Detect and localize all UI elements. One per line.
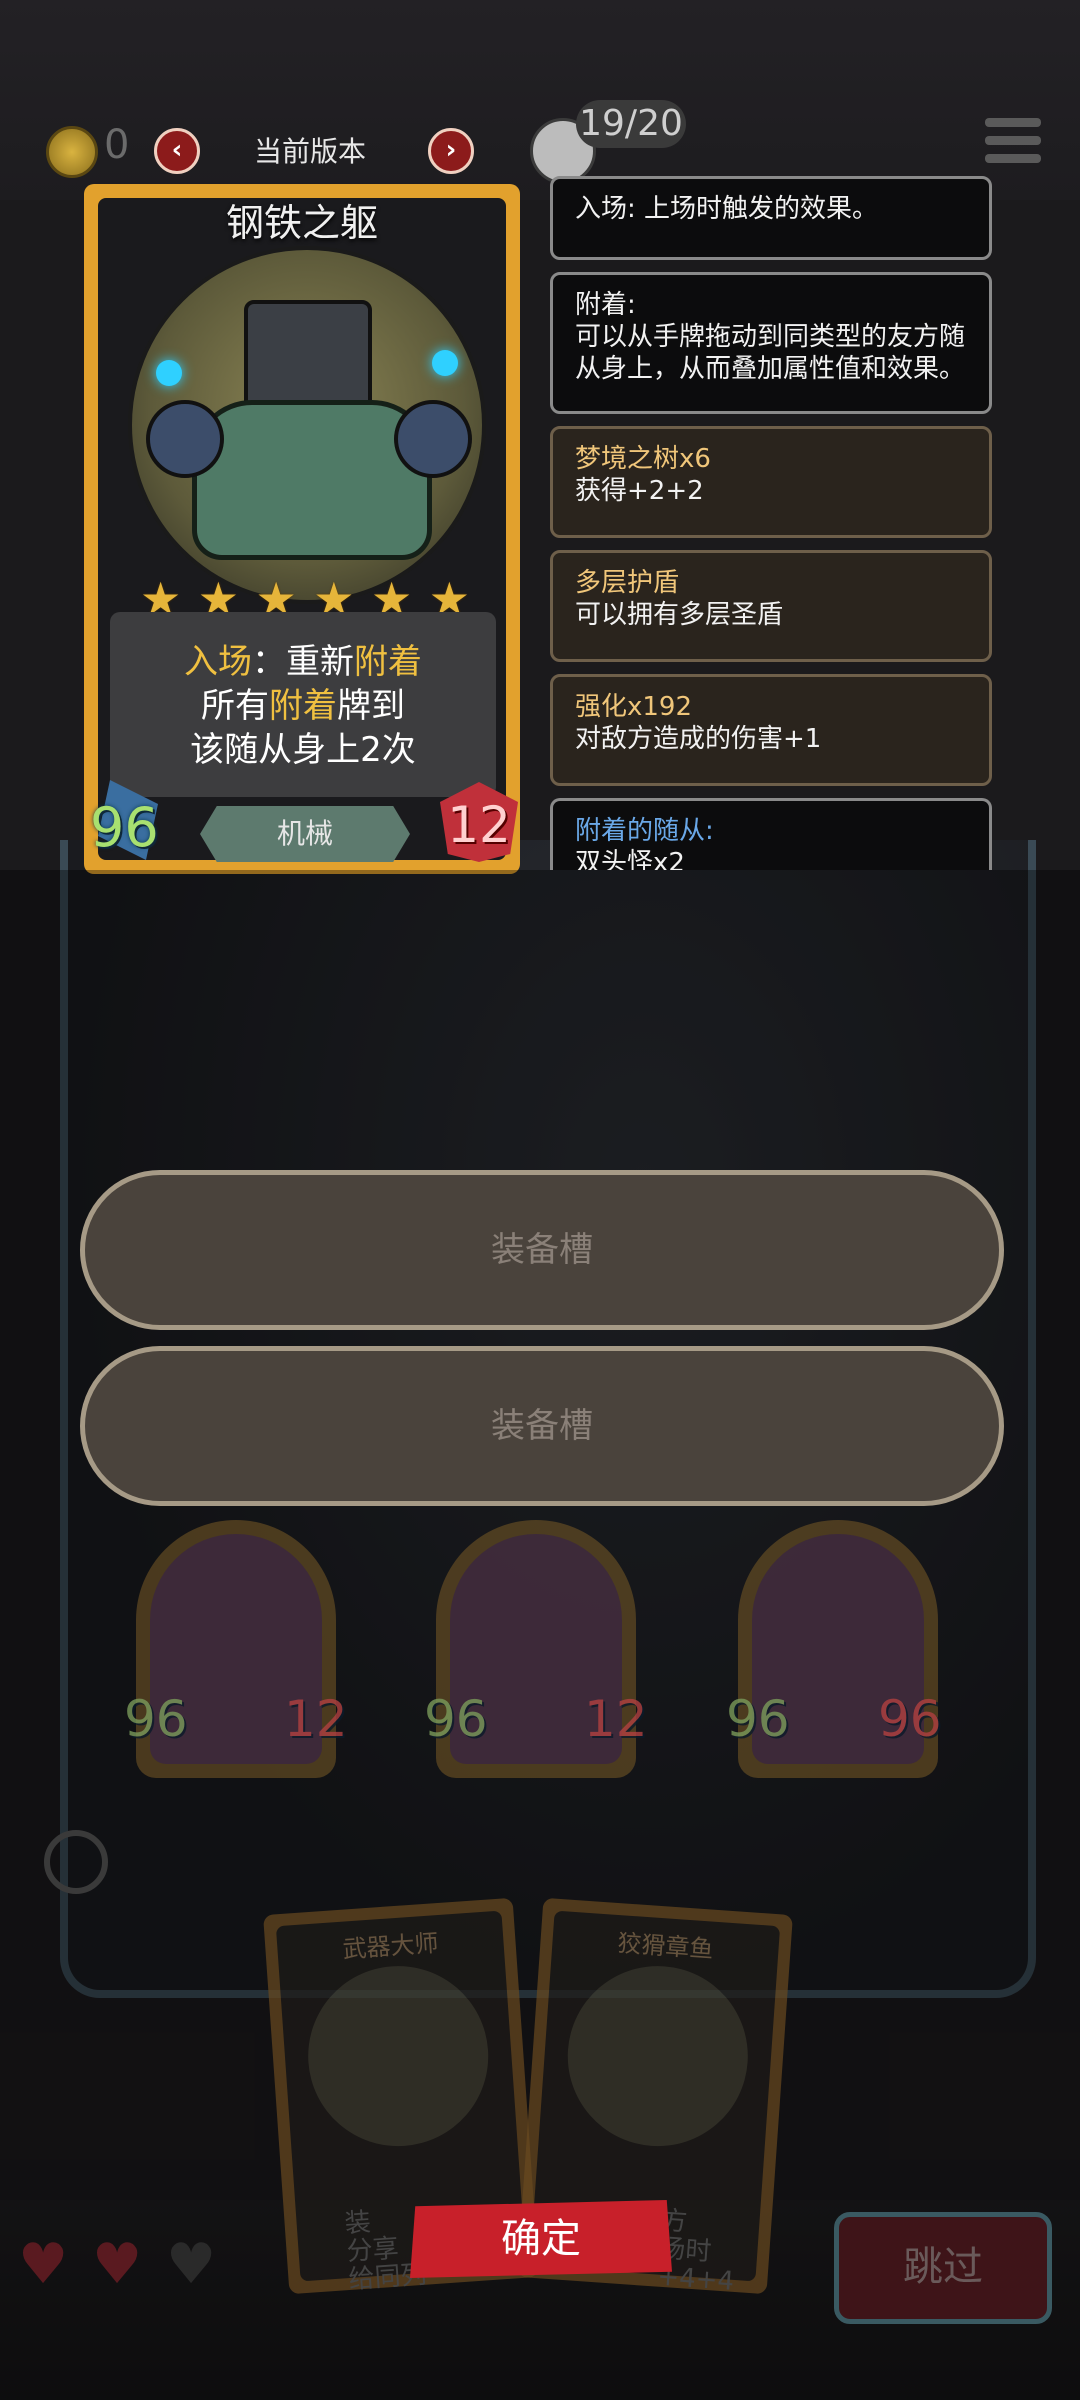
panel-title: 多层护盾 bbox=[575, 568, 680, 598]
keyword-attach: 附着 bbox=[269, 686, 337, 726]
keyword-attach: 附着 bbox=[354, 642, 422, 682]
buff-panel-empower: 强化x192 对敌方造成的伤害+1 bbox=[550, 674, 992, 786]
life-heart-empty-icon: ♥ bbox=[166, 2232, 217, 2297]
spark-icon bbox=[432, 350, 458, 376]
minion-token[interactable]: 96 96 bbox=[726, 1520, 942, 1778]
confirm-button[interactable]: 确定 bbox=[410, 2200, 672, 2278]
version-label: 当前版本 bbox=[253, 135, 366, 168]
panel-body: 双头怪x2 bbox=[575, 848, 685, 870]
robot-arm-right bbox=[394, 400, 472, 478]
minion-token[interactable]: 96 12 bbox=[124, 1520, 348, 1778]
life-heart-icon: ♥ bbox=[18, 2232, 69, 2297]
coin-count: 0 bbox=[104, 122, 130, 168]
panel-body: 对敌方造成的伤害+1 bbox=[575, 724, 822, 754]
panel-title: 强化x192 bbox=[575, 692, 693, 722]
turn-counter: 19/20 bbox=[576, 100, 686, 148]
keyword-battlecry: 入场 bbox=[184, 642, 252, 682]
minion-attack: 96 bbox=[124, 1690, 188, 1748]
panel-title: 梦境之树x6 bbox=[575, 444, 711, 474]
chevron-left-icon: ‹ bbox=[171, 135, 183, 165]
minion-health: 12 bbox=[584, 1690, 648, 1748]
card-health: 12 bbox=[447, 796, 511, 854]
buff-panel-multi-shield: 多层护盾 可以拥有多层圣盾 bbox=[550, 550, 992, 662]
hamburger-menu-icon[interactable] bbox=[985, 118, 1041, 168]
keyword-panel-battlecry: 入场: 上场时触发的效果。 bbox=[550, 176, 992, 260]
desc-text: 该随从身上2次 bbox=[190, 730, 416, 770]
panel-title: 附着的随从: bbox=[575, 816, 714, 846]
card-tribe: 机械 bbox=[200, 806, 410, 862]
equipment-slot-1[interactable]: 装备槽 bbox=[80, 1170, 1004, 1330]
panel-title: 附着: bbox=[575, 290, 636, 320]
panel-body: 可以从手牌拖动到同类型的友方随从身上，从而叠加属性值和效果。 bbox=[575, 322, 966, 384]
card-description: 入场：重新附着 所有附着牌到 该随从身上2次 bbox=[110, 640, 496, 772]
keyword-panel-attach: 附着: 可以从手牌拖动到同类型的友方随从身上，从而叠加属性值和效果。 bbox=[550, 272, 992, 414]
magnifier-icon[interactable] bbox=[44, 1830, 108, 1894]
buff-panel-dream-tree: 梦境之树x6 获得+2+2 bbox=[550, 426, 992, 538]
desc-text: ：重新 bbox=[252, 642, 354, 682]
card-attack: 96 bbox=[90, 796, 159, 859]
chevron-right-icon: › bbox=[445, 135, 457, 165]
card-portrait bbox=[128, 246, 486, 604]
minion-token[interactable]: 96 12 bbox=[424, 1520, 648, 1778]
minion-attack: 96 bbox=[424, 1690, 488, 1748]
card-name: 钢铁之躯 bbox=[225, 201, 378, 245]
panel-title: 入场: 上场时触发的效果。 bbox=[575, 194, 879, 224]
spark-icon bbox=[156, 360, 182, 386]
attached-minions-panel: 附着的随从: 双头怪x2 bbox=[550, 798, 992, 870]
desc-text: 所有 bbox=[201, 686, 269, 726]
prev-version-button[interactable]: ‹ bbox=[154, 128, 200, 174]
robot-arm-left bbox=[146, 400, 224, 478]
panel-body: 获得+2+2 bbox=[575, 476, 704, 506]
panel-body: 可以拥有多层圣盾 bbox=[575, 600, 784, 630]
life-heart-icon: ♥ bbox=[92, 2232, 143, 2297]
coin-icon bbox=[46, 126, 98, 178]
next-version-button[interactable]: › bbox=[428, 128, 474, 174]
equipment-slot-2[interactable]: 装备槽 bbox=[80, 1346, 1004, 1506]
minion-attack: 96 bbox=[726, 1690, 790, 1748]
desc-text: 牌到 bbox=[337, 686, 405, 726]
minion-health: 12 bbox=[284, 1690, 348, 1748]
skip-button[interactable]: 跳过 bbox=[834, 2212, 1052, 2324]
minion-health: 96 bbox=[878, 1690, 942, 1748]
